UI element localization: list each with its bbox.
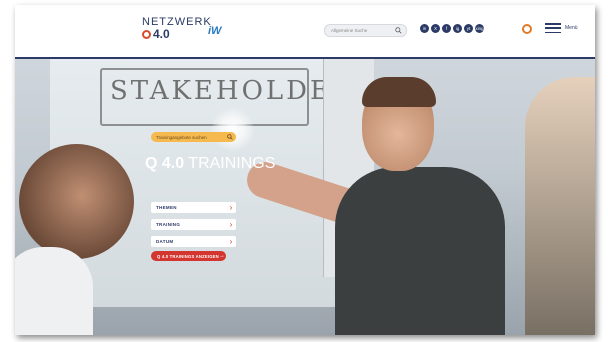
header-search-placeholder: Allgemeine Suche: [331, 28, 368, 33]
presenter-body: [335, 167, 505, 335]
show-trainings-label: Q 4.0 TRAININGS ANZEIGEN: [157, 253, 219, 259]
hero-title-rest: TRAININGS: [188, 155, 276, 172]
person-left-body: [15, 247, 93, 335]
training-search-placeholder: Trainingangebote suchen: [156, 134, 207, 140]
training-search-input[interactable]: Trainingangebote suchen: [151, 132, 236, 142]
logo-bottom: 4.0: [142, 28, 212, 40]
q-logo-icon: [142, 29, 151, 39]
xing-icon[interactable]: xing: [475, 24, 484, 33]
filter-themen[interactable]: THEMEN ›: [151, 202, 236, 213]
chevron-right-icon: ›: [229, 220, 233, 229]
search-icon[interactable]: [395, 27, 402, 34]
filter-datum[interactable]: DATUM ›: [151, 236, 236, 247]
light-glow: [210, 107, 255, 152]
site-header: NETZWERK 4.0 iW Allgemeine Suche in X f …: [15, 5, 595, 59]
hero-title-bold: Q 4.0: [145, 155, 185, 172]
whiteboard-text: STAKEHOLDER: [110, 76, 355, 106]
search-icon[interactable]: [227, 134, 233, 140]
menu-label: Menü: [565, 25, 578, 31]
filter-training[interactable]: TRAINING ›: [151, 219, 236, 230]
social-links: in X f ig yt xing: [420, 24, 484, 33]
hamburger-icon: [545, 23, 561, 33]
filter-themen-label: THEMEN: [156, 205, 177, 210]
chevron-right-icon: ›: [229, 203, 233, 212]
person-left-head: [19, 144, 134, 259]
netzwerk-q40-logo[interactable]: NETZWERK 4.0: [142, 17, 212, 40]
q-brand-icon[interactable]: [522, 24, 532, 34]
chevron-right-icon: ›: [229, 237, 233, 246]
browser-frame: NETZWERK 4.0 iW Allgemeine Suche in X f …: [15, 5, 595, 335]
x-icon[interactable]: X: [431, 24, 440, 33]
hero-title: Q 4.0 TRAININGS: [145, 155, 275, 173]
facebook-icon[interactable]: f: [442, 24, 451, 33]
menu-button[interactable]: Menü: [545, 23, 578, 33]
header-search-input[interactable]: Allgemeine Suche: [324, 24, 407, 37]
person-right-blurred: [525, 77, 595, 335]
youtube-icon[interactable]: yt: [464, 24, 473, 33]
logo-bottom-text: 4.0: [153, 27, 170, 41]
instagram-icon[interactable]: ig: [453, 24, 462, 33]
presenter-hair: [362, 77, 436, 107]
iw-logo[interactable]: iW: [208, 25, 221, 37]
show-trainings-button[interactable]: Q 4.0 TRAININGS ANZEIGEN →: [151, 251, 226, 261]
filter-datum-label: DATUM: [156, 239, 174, 244]
arrow-right-icon: →: [218, 253, 225, 259]
linkedin-icon[interactable]: in: [420, 24, 429, 33]
filter-training-label: TRAINING: [156, 222, 181, 227]
hero-section: STAKEHOLDER Q 4.0 TRAININGS: [15, 57, 595, 335]
